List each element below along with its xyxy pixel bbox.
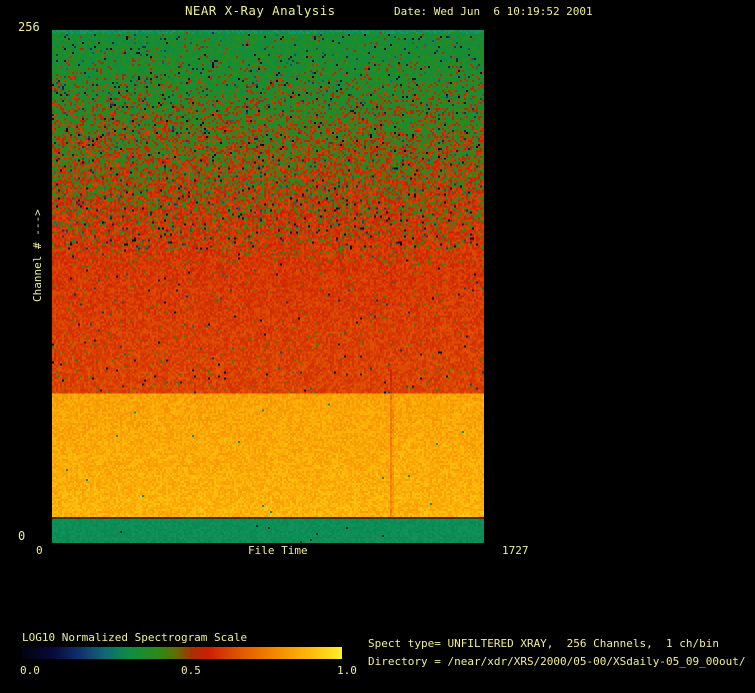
colorbar-tick-min: 0.0 (20, 664, 40, 677)
x-axis-min-tick: 0 (36, 544, 43, 557)
spectrogram-image (52, 30, 484, 543)
x-axis-label: File Time (248, 544, 308, 557)
y-axis-max-tick: 256 (18, 20, 40, 34)
directory-line: Directory = /near/xdr/XRS/2000/05-00/XSd… (368, 655, 746, 668)
colorbar-tick-mid: 0.5 (181, 664, 201, 677)
colorbar-tick-max: 1.0 (337, 664, 357, 677)
colorbar-gradient (22, 647, 342, 659)
date-label: Date: Wed Jun 6 10:19:52 2001 (394, 5, 593, 18)
xray-analysis-window: NEAR X-Ray Analysis Date: Wed Jun 6 10:1… (0, 0, 755, 693)
y-axis-label: Channel # ---> (31, 209, 44, 302)
page-title: NEAR X-Ray Analysis (185, 3, 336, 18)
x-axis-max-tick: 1727 (502, 544, 529, 557)
y-axis-min-tick: 0 (18, 529, 26, 543)
colorbar-title: LOG10 Normalized Spectrogram Scale (22, 631, 248, 644)
spect-type-line: Spect type= UNFILTERED XRAY, 256 Channel… (368, 637, 719, 650)
